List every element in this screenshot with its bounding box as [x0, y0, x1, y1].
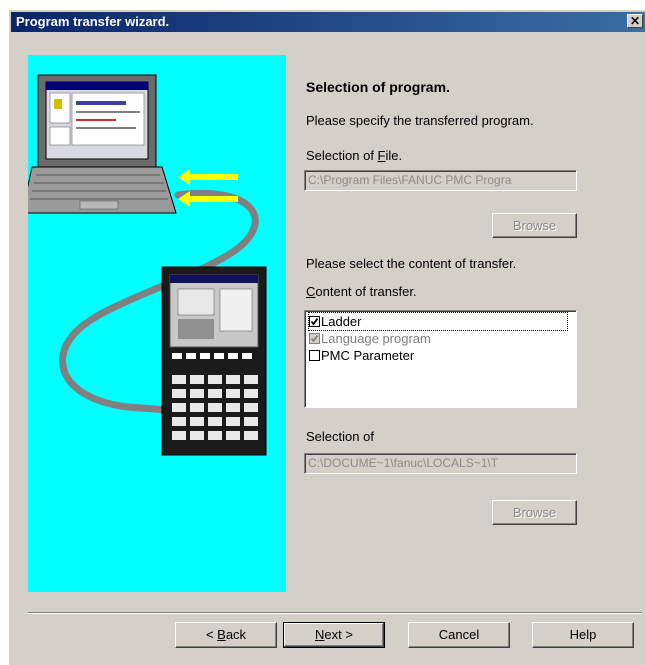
checkbox-pmc-parameter[interactable]: [309, 350, 320, 361]
browse-output-button[interactable]: Browse: [492, 500, 577, 525]
footer-separator-highlight: [28, 613, 642, 614]
checkbox-language-program: [309, 333, 320, 344]
help-button[interactable]: Help: [532, 622, 634, 648]
close-button[interactable]: ✕: [627, 14, 643, 28]
checkbox-ladder[interactable]: [309, 316, 320, 327]
list-item-language-program: Language program: [309, 330, 431, 347]
instruction-text: Please specify the transferred program.: [306, 113, 534, 128]
wizard-window: Program transfer wizard. ✕ Selection of …: [8, 9, 645, 665]
window-title: Program transfer wizard.: [16, 14, 170, 29]
content-instruction-text: Please select the content of transfer.: [306, 256, 517, 271]
illustration-panel: [28, 55, 286, 592]
laptop-cnc-illustration: [28, 74, 267, 456]
output-path-field[interactable]: C:\DOCUME~1\fanuc\LOCALS~1\T: [304, 453, 577, 474]
next-button[interactable]: Next >: [283, 622, 385, 648]
cancel-button[interactable]: Cancel: [408, 622, 510, 648]
content-listbox[interactable]: Ladder Language program PMC Parameter: [304, 310, 577, 408]
file-path-field[interactable]: C:\Program Files\FANUC PMC Progra: [304, 170, 577, 191]
content-label: Content of transfer.: [306, 284, 417, 299]
close-icon: ✕: [629, 14, 641, 28]
list-item-ladder[interactable]: Ladder: [308, 312, 568, 331]
browse-file-button[interactable]: Browse: [492, 213, 577, 238]
list-item-pmc-parameter[interactable]: PMC Parameter: [309, 347, 414, 364]
file-selection-label: Selection of File.: [306, 148, 403, 163]
output-selection-label: Selection of: [306, 429, 374, 444]
page-heading: Selection of program.: [306, 79, 450, 95]
back-button[interactable]: < Back: [175, 622, 277, 648]
title-bar[interactable]: Program transfer wizard. ✕: [11, 12, 645, 32]
